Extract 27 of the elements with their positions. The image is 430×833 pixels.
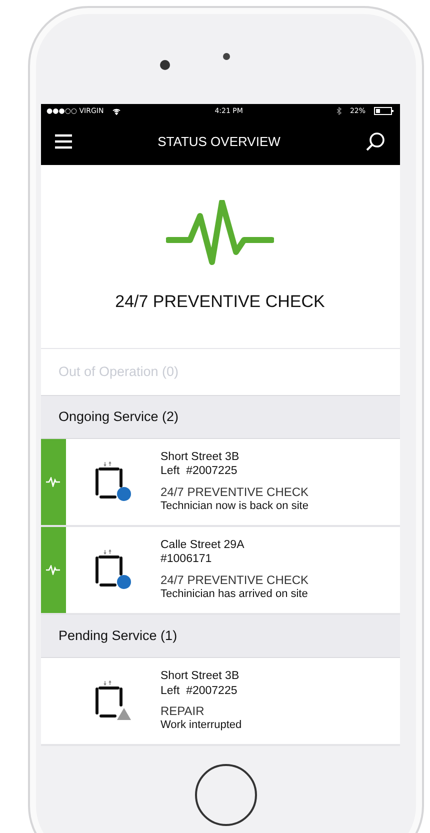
- service-type: 24/7 PREVENTIVE CHECK: [160, 572, 309, 588]
- service-type: 24/7 PREVENTIVE CHECK: [160, 484, 309, 500]
- service-row[interactable]: Calle Street 29A #1006171 24/7 PREVENTIVE CHECK Techinician has arrived on site: [40, 526, 400, 615]
- reference-text: Left #2007225: [160, 684, 238, 698]
- status-text: Technician now is back on site: [160, 500, 309, 514]
- hero-title: 24/7 PREVENTIVE CHECK: [115, 292, 325, 312]
- reference-text: Left #2007225: [160, 464, 238, 479]
- address-text: Calle Street 29A: [160, 538, 246, 552]
- camera-lens: [160, 60, 170, 70]
- screen-title: STATUS OVERVIEW: [158, 134, 280, 150]
- reference-text: #1006171: [160, 552, 213, 567]
- wifi-icon: [112, 108, 121, 115]
- battery-icon: [374, 107, 394, 116]
- bluetooth-icon: [336, 107, 342, 116]
- home-button[interactable]: [195, 764, 257, 826]
- pulse-icon: [166, 200, 274, 266]
- service-type: REPAIR: [160, 704, 206, 719]
- sensor-dot: [222, 52, 230, 60]
- menu-icon[interactable]: [54, 134, 72, 150]
- section-header[interactable]: Pending Service (1): [40, 614, 400, 658]
- status-text: Work interrupted: [160, 718, 242, 733]
- service-row[interactable]: Short Street 3B Left #2007225 24/7 PREVENTIVE CHECK Technician now is back on site: [40, 438, 400, 527]
- address-text: Short Street 3B: [160, 669, 240, 684]
- address-text: Short Street 3B: [160, 450, 240, 464]
- status-text: Techinician has arrived on site: [160, 588, 309, 602]
- section-header[interactable]: Ongoing Service (2): [40, 396, 400, 439]
- search-icon[interactable]: [366, 132, 386, 152]
